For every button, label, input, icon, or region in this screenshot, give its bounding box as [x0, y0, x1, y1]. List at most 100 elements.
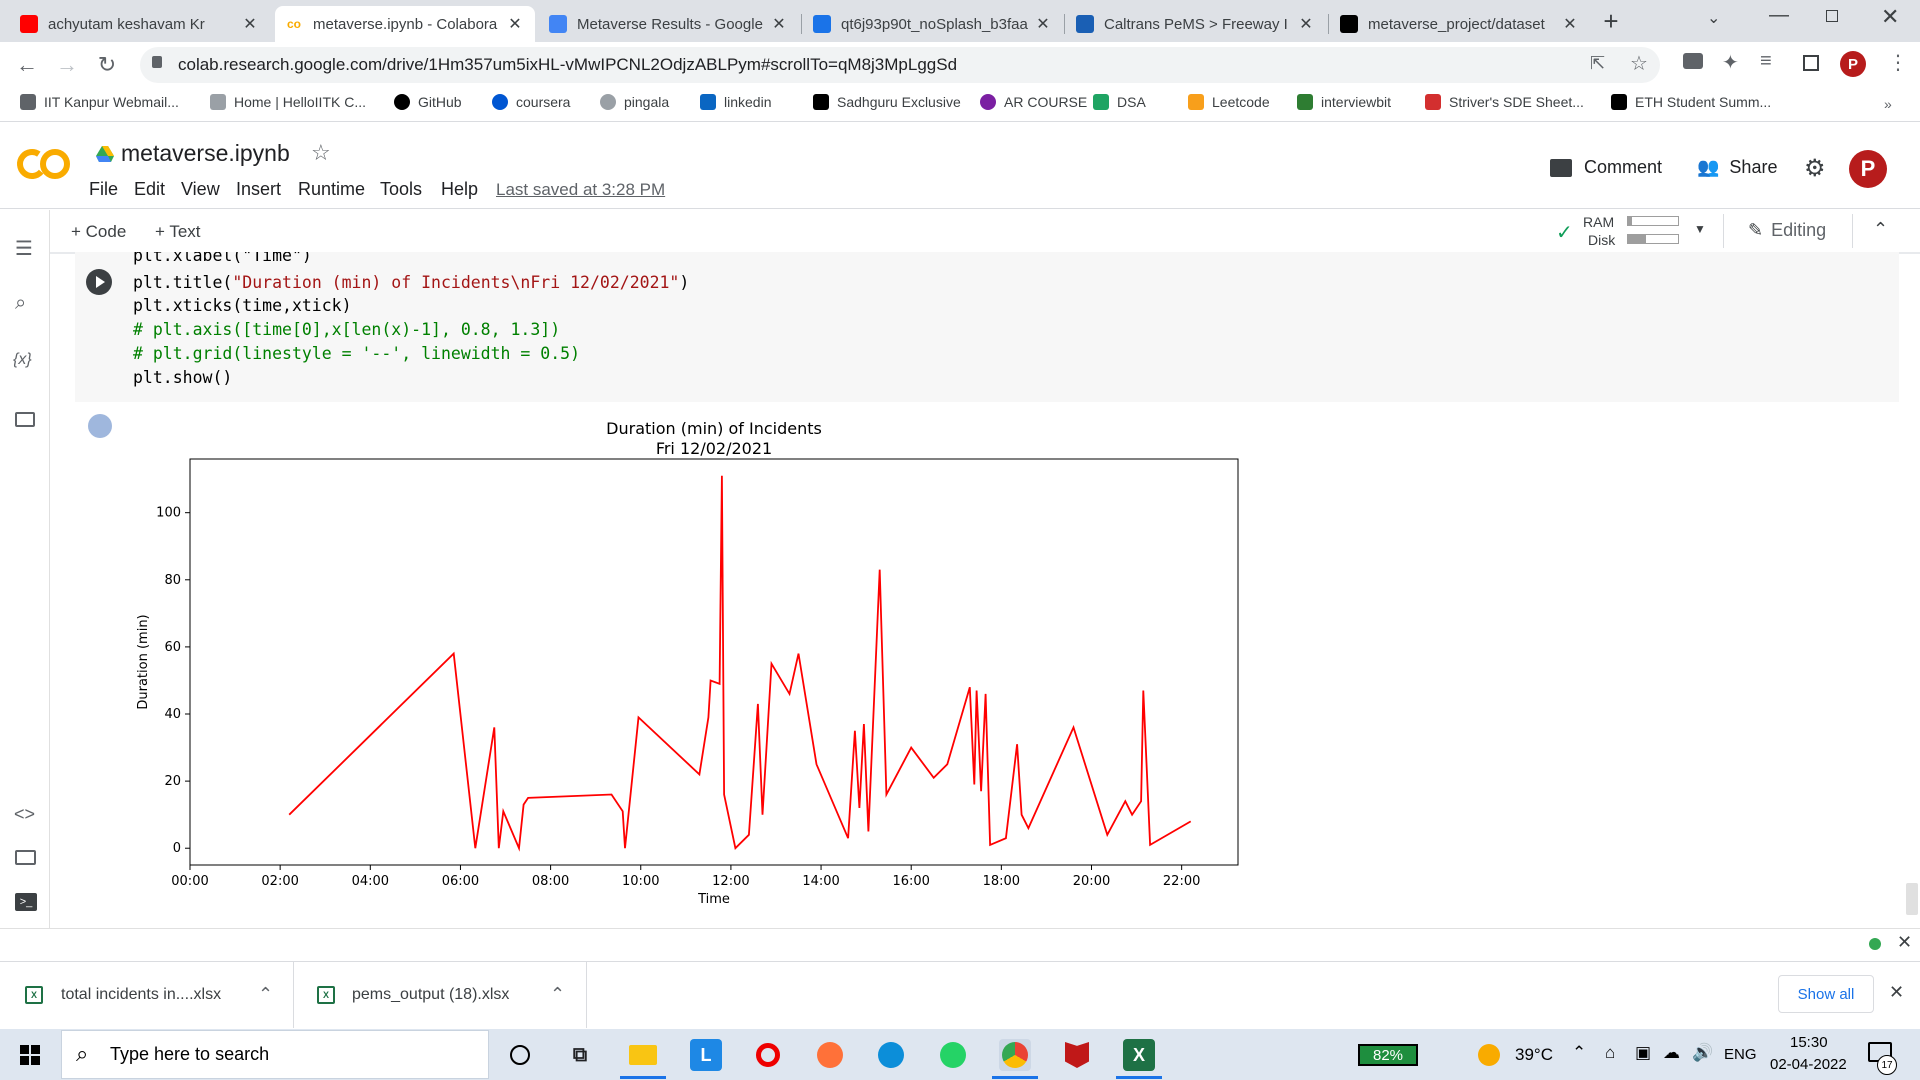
- minimize-button[interactable]: —: [1769, 4, 1789, 27]
- file-explorer-icon[interactable]: [627, 1039, 659, 1071]
- variables-icon[interactable]: {x}: [13, 351, 32, 369]
- tab-close-icon[interactable]: ✕: [1560, 14, 1580, 34]
- command-palette-icon[interactable]: [15, 850, 36, 865]
- tab-search-icon[interactable]: ⌄: [1707, 8, 1720, 28]
- table-of-contents-icon[interactable]: ☰: [15, 236, 33, 261]
- run-cell-button[interactable]: [86, 269, 112, 295]
- bookmark-item[interactable]: Home | HelloIITK C...: [210, 94, 366, 110]
- bookmark-item[interactable]: interviewbit: [1297, 94, 1391, 110]
- weather-sun-icon[interactable]: [1478, 1044, 1500, 1066]
- extensions-icon[interactable]: ✦: [1722, 50, 1739, 75]
- bookmark-item[interactable]: AR COURSE: [980, 94, 1087, 110]
- comment-button[interactable]: Comment: [1550, 157, 1662, 178]
- browser-tab[interactable]: achyutam keshavam Kr ✕: [10, 6, 270, 42]
- tab-close-icon[interactable]: ✕: [1033, 14, 1053, 34]
- last-saved-link[interactable]: Last saved at 3:28 PM: [496, 180, 665, 200]
- bookmark-item[interactable]: GitHub: [394, 94, 462, 110]
- download-item[interactable]: X pems_output (18).xlsx ⌃: [295, 962, 587, 1028]
- chevron-up-icon[interactable]: ⌃: [550, 984, 565, 1005]
- menu-insert[interactable]: Insert: [236, 179, 281, 200]
- browser-tab[interactable]: co metaverse.ipynb - Colabora ✕: [275, 6, 535, 42]
- windows-start-icon[interactable]: [20, 1045, 40, 1065]
- menu-view[interactable]: View: [181, 179, 220, 200]
- star-notebook-icon[interactable]: ☆: [311, 140, 331, 166]
- more-bookmarks-icon[interactable]: »: [1884, 96, 1892, 112]
- bookmark-item[interactable]: Striver's SDE Sheet...: [1425, 94, 1584, 110]
- close-downloads-icon[interactable]: ✕: [1889, 982, 1904, 1003]
- search-icon[interactable]: ⌕: [15, 292, 26, 315]
- network-icon[interactable]: ⌂: [1605, 1043, 1615, 1063]
- collapse-header-icon[interactable]: ⌃: [1873, 219, 1888, 240]
- close-status-icon[interactable]: ✕: [1897, 932, 1912, 953]
- bookmark-item[interactable]: IIT Kanpur Webmail...: [20, 94, 179, 110]
- menu-file[interactable]: File: [89, 179, 118, 200]
- notebook-title[interactable]: metaverse.ipynb: [121, 140, 290, 167]
- side-panel-icon[interactable]: [1803, 55, 1819, 71]
- back-icon[interactable]: ←: [14, 52, 40, 78]
- bookmark-item[interactable]: pingala: [600, 94, 669, 110]
- battery-indicator[interactable]: 82%: [1358, 1044, 1418, 1066]
- bookmark-item[interactable]: DSA: [1093, 94, 1146, 110]
- output-avatar-icon[interactable]: [88, 414, 112, 438]
- close-window-button[interactable]: ✕: [1881, 4, 1899, 30]
- mcafee-icon[interactable]: [1061, 1039, 1093, 1071]
- chrome-icon[interactable]: [999, 1039, 1031, 1071]
- forward-icon[interactable]: →: [54, 52, 80, 78]
- terminal-icon[interactable]: >_: [15, 893, 37, 911]
- browser-tab[interactable]: Metaverse Results - Google ✕: [539, 6, 799, 42]
- share-page-icon[interactable]: ⇱: [1590, 53, 1605, 74]
- opera-icon[interactable]: [752, 1039, 784, 1071]
- tab-close-icon[interactable]: ✕: [769, 14, 789, 34]
- add-text-button[interactable]: + Text: [155, 222, 201, 242]
- onedrive-icon[interactable]: ☁: [1663, 1043, 1680, 1063]
- show-hidden-icons[interactable]: ⌃: [1572, 1043, 1586, 1063]
- add-code-button[interactable]: + Code: [71, 222, 126, 242]
- new-tab-button[interactable]: +: [1596, 6, 1626, 36]
- menu-help[interactable]: Help: [441, 179, 478, 200]
- excel-icon[interactable]: X: [1123, 1039, 1155, 1071]
- reload-icon[interactable]: ↻: [94, 52, 120, 78]
- menu-tools[interactable]: Tools: [380, 179, 422, 200]
- cortana-icon[interactable]: [504, 1039, 536, 1071]
- display-icon[interactable]: ▣: [1635, 1043, 1651, 1063]
- colab-logo[interactable]: [16, 147, 72, 181]
- language-indicator[interactable]: ENG: [1724, 1046, 1757, 1063]
- menu-runtime[interactable]: Runtime: [298, 179, 365, 200]
- camera-icon[interactable]: [1683, 53, 1703, 69]
- chevron-up-icon[interactable]: ⌃: [258, 984, 273, 1005]
- restore-button[interactable]: [1826, 10, 1838, 22]
- bookmark-item[interactable]: Leetcode: [1188, 94, 1270, 110]
- show-all-button[interactable]: Show all: [1778, 975, 1874, 1013]
- runtime-dropdown-icon[interactable]: ▼: [1694, 222, 1706, 236]
- vertical-scrollbar-thumb[interactable]: [1906, 883, 1918, 915]
- files-folder-icon[interactable]: [15, 412, 35, 427]
- share-button[interactable]: 👥 Share: [1697, 157, 1777, 178]
- tab-close-icon[interactable]: ✕: [1296, 14, 1316, 34]
- edge-icon[interactable]: [875, 1039, 907, 1071]
- address-bar[interactable]: colab.research.google.com/drive/1Hm357um…: [140, 47, 1660, 83]
- volume-icon[interactable]: 🔊: [1692, 1043, 1713, 1063]
- menu-edit[interactable]: Edit: [134, 179, 165, 200]
- bookmark-star-icon[interactable]: ☆: [1630, 51, 1648, 76]
- download-item[interactable]: X total incidents in....xlsx ⌃: [0, 962, 294, 1028]
- tab-close-icon[interactable]: ✕: [505, 14, 525, 34]
- profile-avatar[interactable]: P: [1840, 51, 1866, 77]
- tab-close-icon[interactable]: ✕: [240, 14, 260, 34]
- browser-tab[interactable]: Caltrans PeMS > Freeway I ✕: [1066, 6, 1326, 42]
- firefox-icon[interactable]: [814, 1039, 846, 1071]
- clock-time[interactable]: 15:30: [1790, 1034, 1828, 1051]
- clock-date[interactable]: 02-04-2022: [1770, 1056, 1847, 1073]
- lunacy-app-icon[interactable]: L: [690, 1039, 722, 1071]
- whatsapp-icon[interactable]: [937, 1039, 969, 1071]
- settings-gear-icon[interactable]: ⚙: [1804, 154, 1826, 183]
- account-avatar[interactable]: P: [1849, 150, 1887, 188]
- reading-list-icon[interactable]: ≡: [1760, 50, 1772, 73]
- browser-tab[interactable]: metaverse_project/dataset ✕: [1330, 6, 1590, 42]
- browser-menu-icon[interactable]: ⋮: [1888, 50, 1908, 75]
- code-snippets-icon[interactable]: <>: [14, 804, 35, 825]
- bookmark-item[interactable]: Sadhguru Exclusive: [813, 94, 961, 110]
- taskbar-search-box[interactable]: ⌕ Type here to search: [61, 1030, 489, 1079]
- bookmark-item[interactable]: coursera: [492, 94, 570, 110]
- bookmark-item[interactable]: ETH Student Summ...: [1611, 94, 1771, 110]
- task-view-icon[interactable]: ⧉: [564, 1039, 596, 1071]
